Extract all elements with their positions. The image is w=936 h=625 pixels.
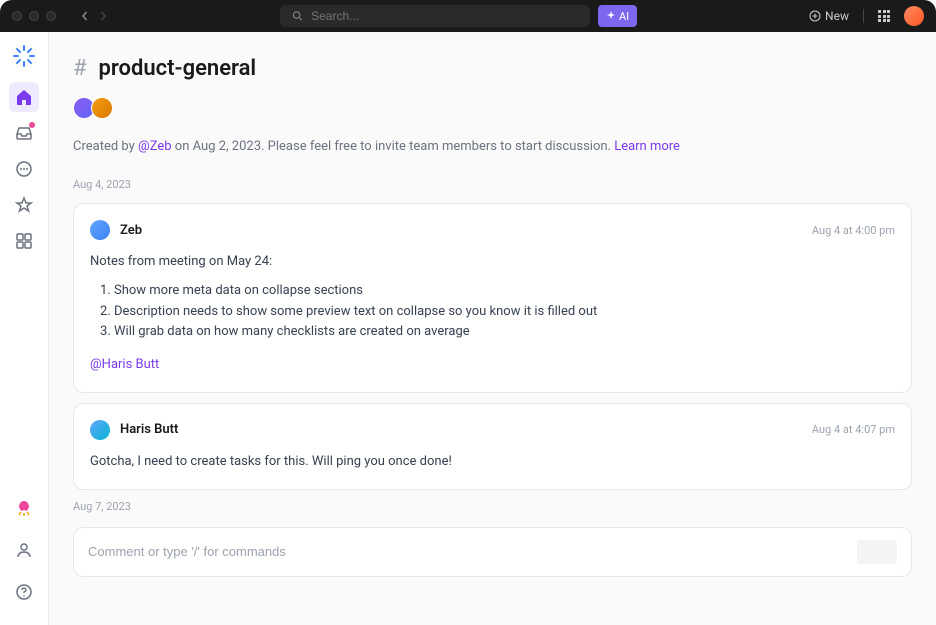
person-icon: [15, 541, 33, 559]
channel-header: # product-general: [73, 56, 912, 81]
maximize-window[interactable]: [46, 11, 56, 21]
user-avatar[interactable]: [904, 6, 924, 26]
author-name: Zeb: [120, 223, 142, 238]
star-icon: [15, 196, 33, 214]
learn-more-link[interactable]: Learn more: [614, 139, 680, 154]
search-input-wrap[interactable]: [280, 5, 590, 27]
member-avatars[interactable]: [73, 97, 912, 119]
comment-input[interactable]: [88, 544, 857, 559]
plus-circle-icon: [809, 10, 821, 22]
created-text: on Aug 2, 2023. Please feel free to invi…: [172, 139, 615, 154]
user-mention[interactable]: @Haris Butt: [90, 355, 159, 376]
message-body: Gotcha, I need to create tasks for this.…: [90, 452, 895, 473]
send-button[interactable]: [857, 540, 897, 564]
grid-icon: [15, 232, 33, 250]
member-avatar[interactable]: [91, 97, 113, 119]
message-time: Aug 4 at 4:00 pm: [812, 224, 895, 237]
author-avatar[interactable]: [90, 220, 110, 240]
list-item: Description needs to show some preview t…: [114, 302, 895, 323]
search-icon: [292, 10, 303, 22]
channel-description: Created by @Zeb on Aug 2, 2023. Please f…: [73, 139, 912, 154]
message-body: Notes from meeting on May 24: Show more …: [90, 252, 895, 376]
creator-mention[interactable]: @Zeb: [138, 139, 172, 154]
message-card[interactable]: Haris Butt Aug 4 at 4:07 pm Gotcha, I ne…: [73, 403, 912, 490]
hash-icon: #: [73, 56, 87, 81]
rocket-icon: [15, 499, 33, 517]
back-button[interactable]: [80, 11, 90, 21]
sidebar: [0, 32, 49, 625]
search-input[interactable]: [311, 9, 578, 23]
new-label: New: [825, 9, 849, 23]
date-separator: Aug 4, 2023: [73, 178, 912, 191]
message-time: Aug 4 at 4:07 pm: [812, 423, 895, 436]
window-controls: [12, 11, 56, 21]
sparkle-icon: [606, 11, 616, 21]
author-name: Haris Butt: [120, 422, 178, 437]
author-avatar[interactable]: [90, 420, 110, 440]
sidebar-help[interactable]: [9, 577, 39, 607]
minimize-window[interactable]: [29, 11, 39, 21]
sidebar-more[interactable]: [9, 154, 39, 184]
notification-dot: [29, 122, 35, 128]
forward-button[interactable]: [98, 11, 108, 21]
list-item: Will grab data on how many checklists ar…: [114, 322, 895, 343]
sidebar-inbox[interactable]: [9, 118, 39, 148]
message-intro: Notes from meeting on May 24:: [90, 252, 895, 273]
message-card[interactable]: Zeb Aug 4 at 4:00 pm Notes from meeting …: [73, 203, 912, 393]
home-icon: [15, 88, 33, 106]
sidebar-profile[interactable]: [9, 535, 39, 565]
sidebar-home[interactable]: [9, 82, 39, 112]
apps-icon[interactable]: [878, 10, 890, 22]
more-icon: [15, 160, 33, 178]
nav-arrows: [80, 11, 108, 21]
ai-button[interactable]: AI: [598, 5, 637, 27]
created-prefix: Created by: [73, 139, 138, 154]
channel-title: product-general: [99, 56, 257, 81]
new-button[interactable]: New: [809, 9, 849, 23]
ai-label: AI: [619, 10, 629, 23]
main-content: # product-general Created by @Zeb on Aug…: [49, 32, 936, 625]
close-window[interactable]: [12, 11, 22, 21]
help-icon: [15, 583, 33, 601]
sidebar-dashboards[interactable]: [9, 226, 39, 256]
composer[interactable]: [73, 527, 912, 577]
list-item: Show more meta data on collapse sections: [114, 281, 895, 302]
divider: [863, 9, 864, 23]
date-separator: Aug 7, 2023: [73, 500, 912, 513]
sidebar-favorites[interactable]: [9, 190, 39, 220]
app-logo-icon[interactable]: [12, 44, 36, 68]
sidebar-upgrade[interactable]: [9, 493, 39, 523]
titlebar: AI New: [0, 0, 936, 32]
